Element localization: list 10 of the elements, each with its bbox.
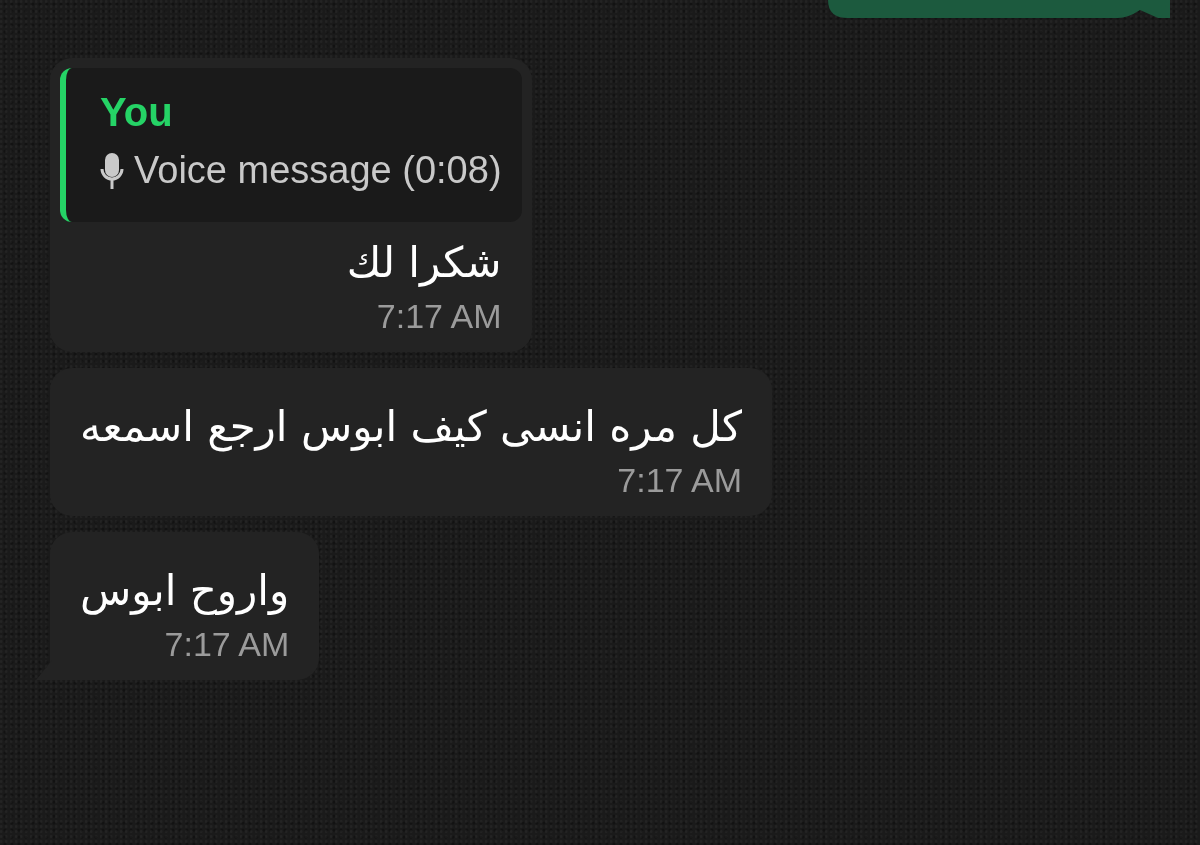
message-text: واروح ابوس: [79, 565, 290, 615]
message-time: 7:17 AM: [616, 460, 743, 500]
message-time: 7:17 AM: [375, 296, 502, 336]
message-time: 7:17 AM: [163, 624, 290, 664]
quote-text: Voice message (0:08): [134, 149, 502, 192]
message-text: كل مره انسى كيف ابوس ارجع اسمعه: [79, 401, 743, 451]
microphone-icon: [100, 150, 124, 191]
quote-author: You: [100, 90, 174, 135]
quoted-reply[interactable]: You Voice message (0:08): [60, 68, 522, 222]
message-text: شكرا لك: [345, 237, 502, 287]
